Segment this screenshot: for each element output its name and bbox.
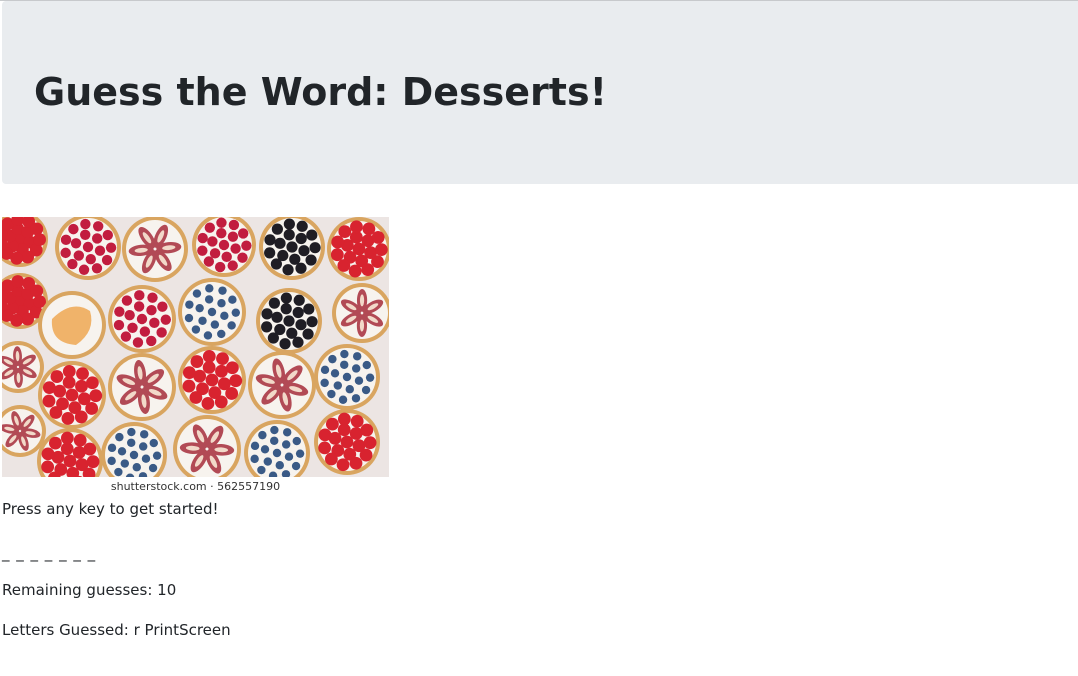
dessert-image <box>2 217 389 477</box>
tart <box>314 409 380 475</box>
tart <box>327 217 389 281</box>
tart <box>122 217 188 282</box>
tart <box>38 361 106 429</box>
tart <box>256 288 322 354</box>
letters-guessed: Letters Guessed: r PrintScreen <box>2 621 231 639</box>
tart <box>178 346 246 414</box>
tart <box>55 217 121 280</box>
word-blanks: _ _ _ _ _ _ _ <box>2 544 97 562</box>
tart <box>178 278 246 346</box>
page-title: Guess the Word: Desserts! <box>34 70 607 114</box>
start-prompt: Press any key to get started! <box>2 500 219 518</box>
tart <box>108 285 176 353</box>
tart <box>108 353 176 421</box>
tart <box>248 351 316 419</box>
tart <box>314 344 380 410</box>
image-credit: shutterstock.com · 562557190 <box>110 480 281 493</box>
remaining-guesses: Remaining guesses: 10 <box>2 581 177 599</box>
tart <box>38 291 106 359</box>
tart <box>259 217 325 280</box>
fruit-tarts-illustration <box>2 217 389 477</box>
header-jumbotron: Guess the Word: Desserts! <box>2 1 1078 184</box>
